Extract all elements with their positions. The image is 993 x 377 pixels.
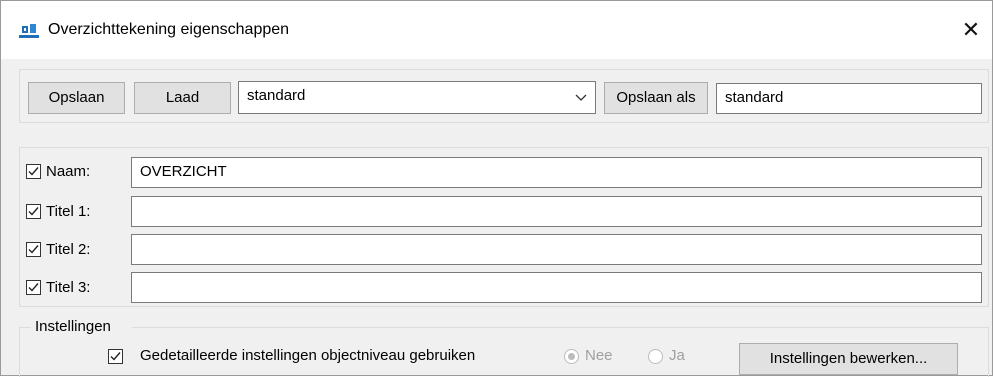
check-icon	[28, 207, 39, 216]
settings-group-border	[988, 327, 989, 377]
check-icon	[28, 167, 39, 176]
name-label: Naam:	[46, 163, 91, 180]
option-yes-label: Ja	[669, 347, 685, 364]
load-button[interactable]: Laad	[134, 82, 231, 114]
title2-label: Titel 2:	[46, 241, 91, 258]
edit-settings-button[interactable]: Instellingen bewerken...	[739, 343, 958, 375]
settings-group-label: Instellingen	[35, 318, 111, 335]
save-button[interactable]: Opslaan	[28, 82, 125, 114]
check-icon	[110, 352, 121, 361]
title3-field[interactable]	[131, 272, 982, 303]
detailed-settings-label: Gedetailleerde instellingen objectniveau…	[140, 347, 476, 364]
option-yes-radio	[648, 349, 663, 364]
check-icon	[28, 283, 39, 292]
preset-dropdown[interactable]: standard	[238, 81, 596, 114]
detailed-settings-checkbox[interactable]	[108, 349, 123, 364]
title-bar: Overzichttekening eigenschappen ✕	[1, 1, 992, 59]
settings-group-border	[19, 327, 20, 377]
name-checkbox[interactable]	[26, 164, 41, 179]
close-icon[interactable]: ✕	[954, 15, 988, 45]
option-no-radio	[564, 349, 579, 364]
name-field[interactable]: OVERZICHT	[131, 157, 982, 188]
title1-label: Titel 1:	[46, 203, 91, 220]
title1-field[interactable]	[131, 196, 982, 227]
window-title: Overzichttekening eigenschappen	[48, 21, 290, 38]
title1-checkbox[interactable]	[26, 204, 41, 219]
title2-checkbox[interactable]	[26, 242, 41, 257]
preset-dropdown-value: standard	[247, 87, 306, 104]
settings-group-border	[132, 327, 989, 328]
option-no-label: Nee	[585, 347, 613, 364]
save-as-button[interactable]: Opslaan als	[604, 82, 708, 114]
dialog-window: Overzichttekening eigenschappen ✕ Opslaa…	[0, 0, 993, 377]
title2-field[interactable]	[131, 234, 982, 265]
chevron-down-icon[interactable]	[575, 91, 587, 103]
drawing-app-icon	[19, 24, 39, 38]
save-as-name-field[interactable]: standard	[716, 83, 982, 114]
title3-label: Titel 3:	[46, 279, 91, 296]
title3-checkbox[interactable]	[26, 280, 41, 295]
radio-selected-dot	[568, 353, 575, 360]
check-icon	[28, 245, 39, 254]
settings-group-border	[19, 327, 31, 328]
